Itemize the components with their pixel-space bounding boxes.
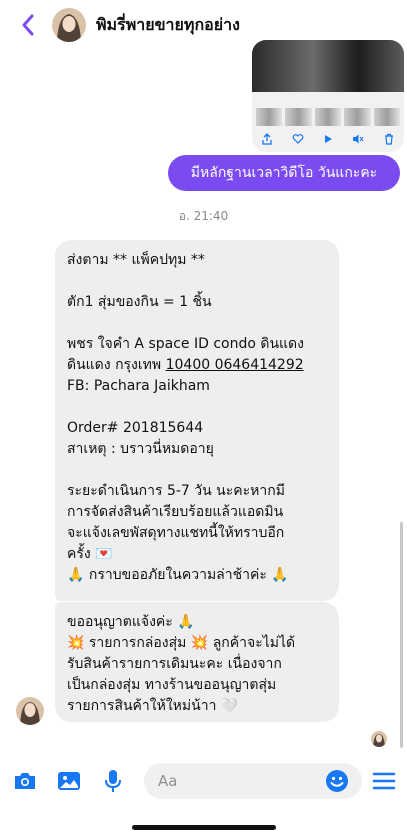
message-line: 🙏 กราบขออภัยในความล่าช้าค่ะ 🙏 (67, 567, 289, 583)
chevron-left-icon (22, 14, 34, 36)
mute-icon[interactable] (351, 132, 365, 146)
sent-message[interactable]: มีหลักฐานเวลาวิดีโอ วันแกะคะ (168, 155, 400, 191)
message-line: ขออนุญาตแจ้งค่ะ 🙏 (67, 614, 195, 630)
message-line: Order# 201815644 (67, 420, 204, 436)
camera-icon (15, 773, 35, 789)
message-line: การจัดส่งสินค้าเรียบร้อยแล้วแอดมิน (67, 504, 284, 520)
message-line: ครั้ง 💌 (67, 546, 113, 562)
microphone-icon (105, 770, 121, 792)
video-controls (252, 130, 404, 148)
home-indicator (132, 825, 276, 830)
video-attachment[interactable] (252, 40, 404, 152)
microphone-button[interactable] (100, 768, 126, 794)
menu-button[interactable] (371, 768, 397, 794)
sender-avatar[interactable] (16, 697, 44, 725)
message-line: จะแจ้งเลขพัสดุทางแชทนี้ให้ทราบอีก (67, 525, 285, 541)
message-line: ตัก1 สุ่มของกิน = 1 ชิ้น (67, 294, 212, 310)
message-line: FB: Pachara Jaikham (67, 378, 210, 394)
message-line: 💥 รายการกล่องสุ่ม 💥 ลูกค้าจะไม่ได้ (67, 635, 296, 651)
back-button[interactable] (8, 0, 48, 50)
emoji-button[interactable] (324, 768, 350, 794)
seen-avatar (371, 731, 387, 747)
phone-link[interactable]: 10400 0646414292 (166, 357, 304, 373)
message-line: สาเหตุ : บราวนี่หมดอายุ (67, 441, 214, 457)
message-input-placeholder: Aa (158, 772, 178, 790)
timestamp: อ. 21:40 (178, 209, 229, 223)
contact-name[interactable]: พิมรี่พายขายทุกอย่าง (96, 13, 240, 38)
share-icon[interactable] (260, 132, 274, 146)
message-line: ดินแดง กรุงเทพ 10400 0646414292 (67, 357, 304, 373)
message-line: รายการสินค้าให้ใหม่น้าา 🤍 (67, 698, 239, 714)
gallery-button[interactable] (56, 768, 82, 794)
message-line: ส่งตาม ** แพ็คปทุม ** (67, 252, 205, 268)
emoji-icon (326, 770, 348, 792)
received-message[interactable]: ส่งตาม ** แพ็คปทุม ** ตัก1 สุ่มของกิน = … (55, 240, 339, 601)
received-message[interactable]: ขออนุญาตแจ้งค่ะ 🙏 💥 รายการกล่องสุ่ม 💥 ลู… (55, 602, 339, 722)
trash-icon[interactable] (382, 132, 396, 146)
scrollbar[interactable] (400, 522, 403, 748)
message-line: รับสินค้ารายการเดิมนะคะ เนื่องจาก (67, 656, 282, 672)
gallery-icon (58, 772, 80, 790)
video-timeline[interactable] (256, 108, 401, 126)
video-frame (252, 40, 404, 92)
message-line: พชร ใจคำ A space ID condo ดินแดง (67, 336, 304, 352)
message-line: ระยะดำเนินการ 5-7 วัน นะคะหากมี (67, 483, 285, 499)
menu-icon (372, 772, 396, 790)
play-icon[interactable] (321, 132, 335, 146)
contact-avatar[interactable] (52, 8, 86, 42)
camera-button[interactable] (12, 768, 38, 794)
heart-icon[interactable] (291, 132, 305, 146)
message-line: เป็นกล่องสุ่ม ทางร้านขออนุญาตสุ่ม (67, 677, 277, 693)
